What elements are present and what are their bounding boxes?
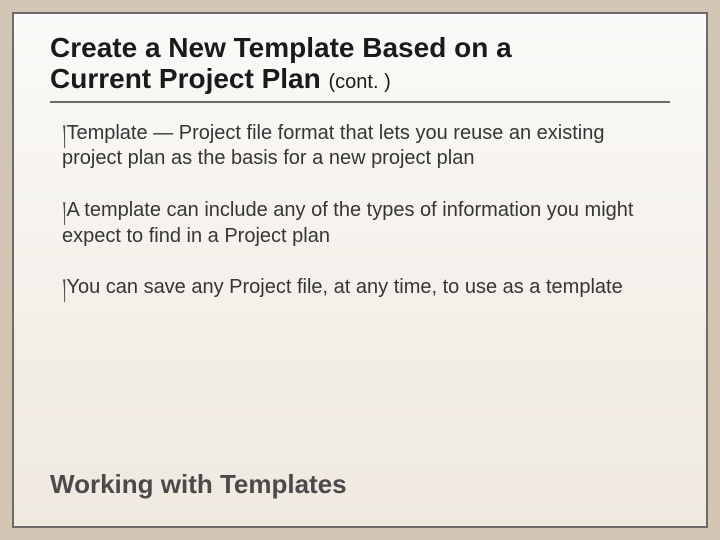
bullet-text: can save any Project file, at any time, … (100, 276, 623, 298)
bullet-list: །Template — Project file format that let… (50, 121, 670, 301)
bullet-lead: You (66, 276, 100, 298)
footer-title: Working with Templates (50, 469, 347, 500)
title-underline (50, 101, 670, 103)
bullet-lead: Template (66, 122, 147, 144)
slide-title-line-1: Create a New Template Based on a (50, 32, 670, 63)
list-item: །Template — Project file format that let… (50, 121, 670, 172)
bullet-lead: A (66, 199, 78, 221)
bullet-text: template can include any of the types of… (62, 199, 633, 247)
list-item: །You can save any Project file, at any t… (50, 275, 670, 301)
list-item: །A template can include any of the types… (50, 198, 670, 249)
slide-title-line-2: Current Project Plan (cont. ) (50, 63, 670, 94)
slide: Create a New Template Based on a Current… (12, 12, 708, 528)
slide-title-suffix: (cont. ) (329, 71, 391, 93)
slide-title-line-2-main: Current Project Plan (50, 63, 329, 94)
slide-title-block: Create a New Template Based on a Current… (50, 32, 670, 103)
